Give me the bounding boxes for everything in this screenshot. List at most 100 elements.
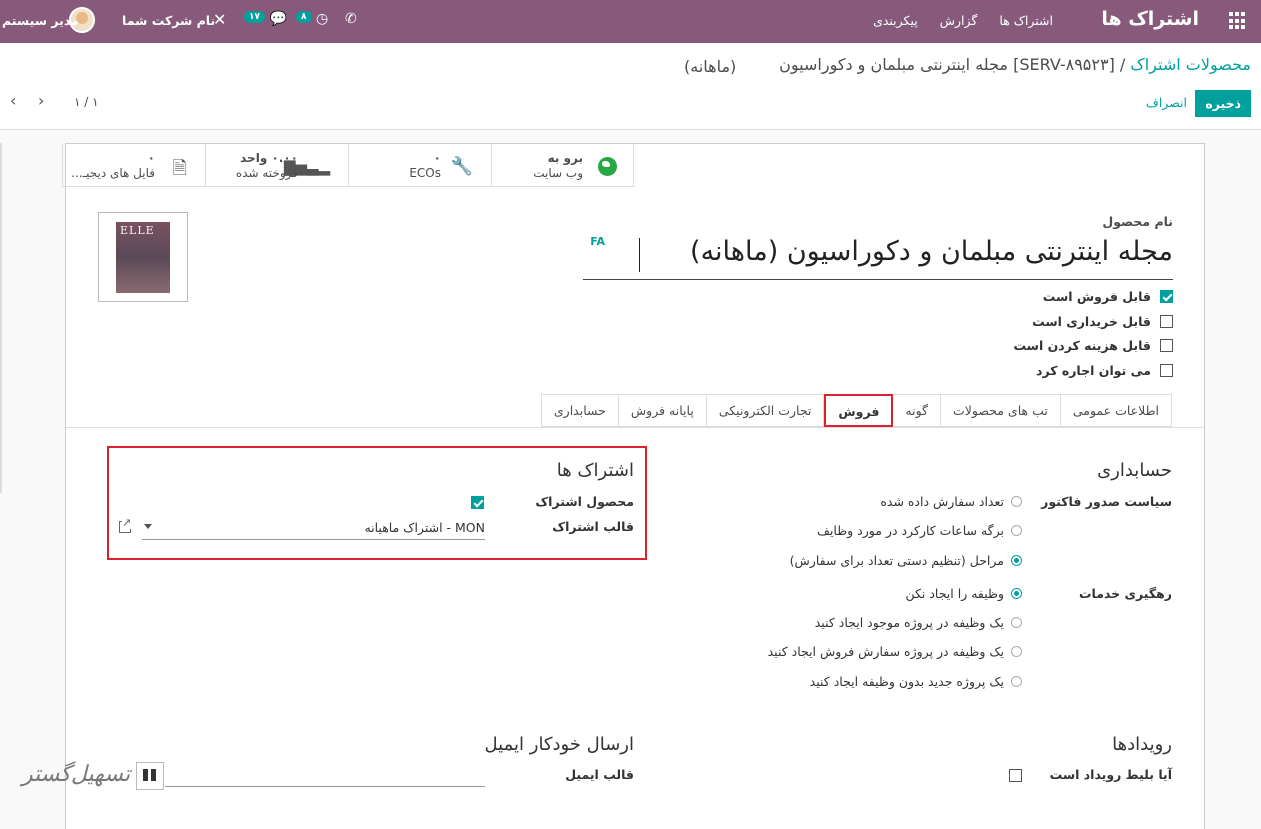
subscription-template-value: MON - اشتراک ماهیانه [364,520,485,535]
email-section-title: ارسال خودکار ایمیل [484,734,634,755]
control-panel: محصولات اشتراک / [SERV-۸۹۵۲۳] مجله اینتر… [0,43,1261,130]
can-be-rented-checkbox[interactable] [1160,364,1173,377]
product-name-value: مجله اینترنتی مبلمان و دکوراسیون (ماهانه… [690,236,1173,267]
external-link-icon[interactable] [119,516,132,533]
breadcrumb-current: [SERV-۸۹۵۲۳] مجله اینترنتی مبلمان و دکور… [779,55,1115,74]
tab-ecommerce[interactable]: تجارت الکترونیکی [706,394,825,427]
save-button[interactable]: ذخیره [1195,90,1251,117]
breadcrumb-separator: / [1119,55,1126,74]
stat-button-value: ۰ [147,151,155,165]
tracking-option-existing-project[interactable]: یک وظیفه در پروژه موجود ایجاد کنید [815,615,1022,630]
tab-sales[interactable]: فروش [824,394,894,427]
stat-button-label: ECOs [409,166,441,180]
subscription-product-checkbox[interactable] [471,496,484,509]
radio-label: برگه ساعات کارکرد در مورد وظایف [817,523,1004,538]
translate-button[interactable]: FA [590,235,605,248]
user-menu[interactable]: مدیر سیستم [2,13,79,28]
globe-icon [598,157,617,176]
stat-button-value: ۰ [433,151,441,165]
radio-label: یک وظیفه در پروژه سفارش فروش ایجاد کنید [767,644,1004,659]
subscription-product-label: محصول اشتراک [535,494,634,509]
subscriptions-section-title: اشتراک ها [556,460,634,481]
chat-icon: 💬 [269,11,287,27]
product-image[interactable] [98,212,188,302]
can-be-purchased-checkbox[interactable] [1160,315,1173,328]
tracking-option-no-task[interactable]: وظیفه را ایجاد نکن [905,586,1022,601]
radio-label: مراحل (تنظیم دستی تعداد برای سفارش) [789,553,1004,568]
radio-label: یک پروژه جدید بدون وظیفه ایجاد کنید [809,674,1004,689]
smart-button-box: برو به وب سایت 🔧 ۰ ECOs ▂▃▅▇ ۰.۰۰ واحد ف… [62,144,634,187]
invoice-policy-label: سیاست صدور فاکتور [1041,494,1172,509]
breadcrumb: محصولات اشتراک / [SERV-۸۹۵۲۳] مجله اینتر… [779,55,1251,74]
radio-label: یک وظیفه در پروژه موجود ایجاد کنید [814,615,1004,630]
radio-button[interactable] [1011,646,1022,657]
can-be-expensed-checkbox[interactable] [1160,339,1173,352]
radio-label: تعداد سفارش داده شده [880,494,1004,509]
activity-count-badge: ۸ [296,11,312,23]
tab-accounting[interactable]: حسابداری [540,394,619,427]
top-navbar: اشتراک ها اشتراک ها گزارش پیکربندی ✆ ۸ ◷… [0,0,1261,43]
menu-item-configuration[interactable]: پیکربندی [873,13,918,28]
app-title[interactable]: اشتراک ها [1101,8,1199,30]
menu-item-subscriptions[interactable]: اشتراک ها [999,13,1053,28]
discard-button[interactable]: انصراف [1146,95,1187,110]
stat-button-label: فایل های دیجیـ... [71,166,155,180]
product-name-input[interactable]: مجله اینترنتی مبلمان و دکوراسیون (ماهانه… [583,232,1173,280]
radio-button[interactable] [1011,525,1022,536]
breadcrumb-parent-link[interactable]: محصولات اشتراک [1130,55,1251,74]
left-edge-divider [0,143,2,493]
tab-point-of-sale[interactable]: پایانه فروش [618,394,707,427]
stat-button-value: ۰.۰۰ واحد [240,151,298,165]
invoice-option-timesheets[interactable]: برگه ساعات کارکرد در مورد وظایف [817,523,1022,538]
can-be-sold-checkbox-row: قابل فروش است [1043,289,1173,304]
stat-button-label: فروخته شده [235,166,298,180]
radio-button[interactable] [1011,555,1022,566]
main-menu: اشتراک ها گزارش پیکربندی [873,13,1053,28]
message-count-badge: ۱۷ [244,11,265,23]
service-tracking-label: رهگیری خدمات [1078,586,1172,601]
wrench-icon: 🔧 [450,156,473,177]
email-template-label: قالب ایمیل [565,767,634,782]
systray: ✆ ۸ ◷ ۱۷ 💬 ✕ نام شرکت شما مدیر سیستم [0,0,400,43]
radio-button[interactable] [1011,496,1022,507]
invoice-option-milestones[interactable]: مراحل (تنظیم دستی تعداد برای سفارش) [790,553,1022,568]
messaging-menu[interactable]: ۱۷ 💬 [244,11,287,27]
brand-logo-icon [136,762,164,790]
units-sold-button[interactable]: ▂▃▅▇ ۰.۰۰ واحد فروخته شده [205,144,348,187]
phone-icon[interactable]: ✆ [345,11,357,27]
radio-button[interactable] [1011,588,1022,599]
tab-general-info[interactable]: اطلاعات عمومی [1060,394,1172,427]
stat-button-label: برو به [547,151,583,165]
can-be-purchased-checkbox-row: قابل خریداری است [1032,314,1173,329]
apps-menu-icon[interactable] [1227,12,1245,30]
go-to-website-button[interactable]: برو به وب سایت [491,144,634,187]
can-be-sold-checkbox[interactable] [1160,290,1173,303]
tab-product-tabs[interactable]: تب های محصولات [941,394,1061,427]
email-template-input[interactable] [165,786,485,787]
pager-next-icon[interactable]: › [38,91,44,110]
ecos-button[interactable]: 🔧 ۰ ECOs [348,144,491,187]
tab-variants[interactable]: گونه [893,394,941,427]
digital-files-button[interactable]: 🗎 ۰ فایل های دیجیـ... [62,144,205,187]
pager-previous-icon[interactable]: ‹ [10,91,16,110]
company-switcher[interactable]: نام شرکت شما [122,13,215,28]
radio-button[interactable] [1011,676,1022,687]
stat-button-label: وب سایت [533,166,583,180]
pager-value[interactable]: ۱ / ۱ [74,95,99,109]
tracking-option-new-project[interactable]: یک پروژه جدید بدون وظیفه ایجاد کنید [810,674,1022,689]
event-ticket-label: آیا بلیط رویداد است [1049,767,1172,782]
chevron-down-icon [144,524,152,529]
tracking-option-so-project[interactable]: یک وظیفه در پروژه سفارش فروش ایجاد کنید [768,644,1022,659]
subscription-template-label: قالب اشتراک [552,519,634,534]
menu-item-reporting[interactable]: گزارش [940,13,978,28]
activity-menu[interactable]: ۸ ◷ [296,11,328,27]
breadcrumb-current-line2: (ماهانه) [684,57,737,76]
events-section-title: رویدادها [1112,734,1172,755]
invoice-option-ordered[interactable]: تعداد سفارش داده شده [880,494,1022,509]
subscription-template-select[interactable]: MON - اشتراک ماهیانه [142,516,485,540]
clock-icon: ◷ [315,11,329,27]
event-ticket-checkbox[interactable] [1009,769,1022,782]
radio-button[interactable] [1011,617,1022,628]
tabs-divider [66,427,1204,428]
can-be-rented-checkbox-row: می توان اجاره کرد [1036,363,1173,378]
